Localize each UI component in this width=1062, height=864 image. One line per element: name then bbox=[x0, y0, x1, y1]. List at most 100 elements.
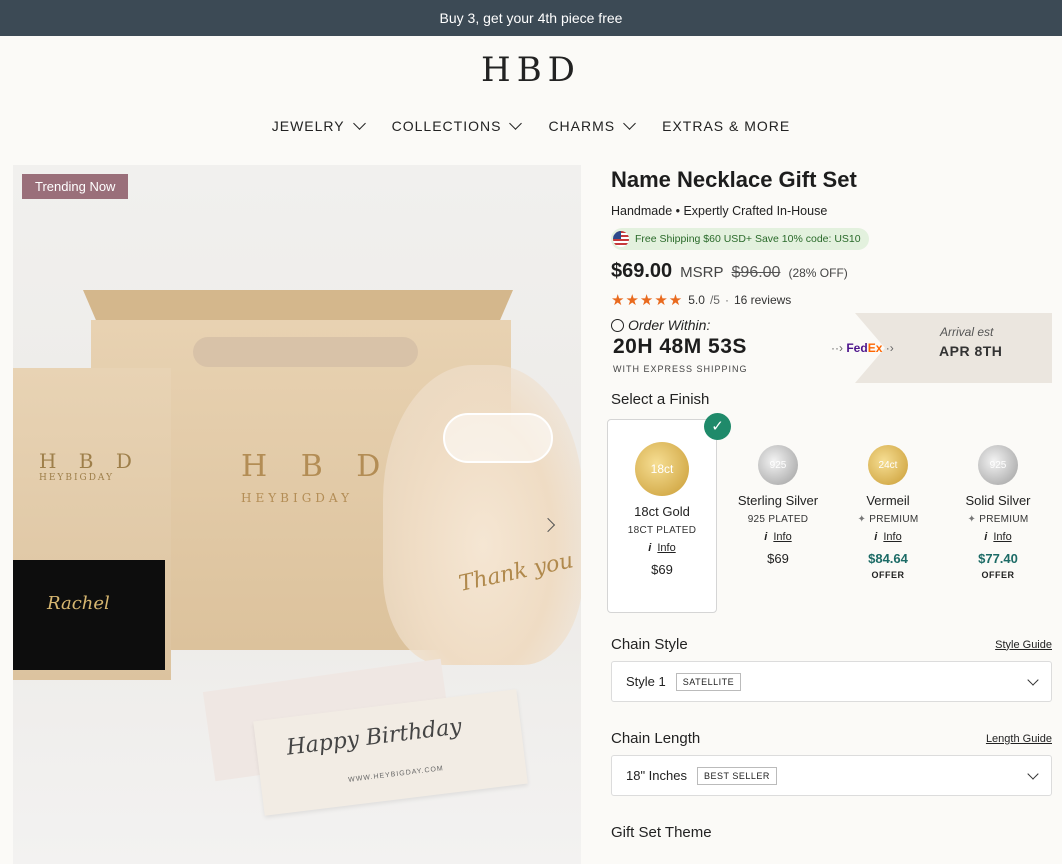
product-image[interactable]: H B D HEYBIGDAY H B D HEYBIGDAY Rachel T… bbox=[13, 165, 581, 864]
chevron-down-icon bbox=[352, 117, 366, 130]
finish-price: $84.64 bbox=[868, 551, 908, 566]
gold-swatch: 18ct bbox=[635, 442, 689, 496]
finish-info[interactable]: i Info bbox=[833, 531, 943, 543]
price-row: $69.00 MSRP $96.00 (28% OFF) bbox=[611, 260, 1052, 283]
length-guide-link[interactable]: Length Guide bbox=[986, 733, 1052, 745]
arrival-label: Arrival est bbox=[940, 325, 994, 339]
chain-length-header: Chain Length Length Guide bbox=[611, 730, 1052, 747]
chevron-down-icon bbox=[1027, 674, 1039, 686]
order-timer: Order Within: 20H 48M 53S WITH EXPRESS S… bbox=[611, 313, 1052, 383]
nav-charms-label: CHARMS bbox=[548, 118, 616, 134]
chain-style-tag: SATELLITE bbox=[675, 672, 742, 691]
fedex-fed: Fed bbox=[846, 341, 868, 355]
msrp-label: MSRP bbox=[680, 264, 724, 281]
us-flag-icon bbox=[613, 231, 629, 247]
product-title: Name Necklace Gift Set bbox=[611, 167, 857, 192]
finish-name: 18ct Gold bbox=[634, 504, 690, 519]
dots-icon: ··› bbox=[831, 341, 843, 355]
chain-style-select[interactable]: Style 1 SATELLITE bbox=[611, 661, 1052, 702]
dots-icon-right: ·› bbox=[885, 341, 894, 355]
finish-price: $77.40 bbox=[978, 551, 1018, 566]
chain-style-label: Chain Style bbox=[611, 636, 688, 653]
finish-sub: 925 PLATED bbox=[747, 514, 809, 525]
rating-value: 5.0 bbox=[688, 293, 705, 307]
nav-collections[interactable]: COLLECTIONS bbox=[391, 117, 523, 134]
main-nav: JEWELRY COLLECTIONS CHARMS EXTRAS & MORE bbox=[0, 117, 1062, 134]
nav-jewelry-label: JEWELRY bbox=[271, 118, 345, 134]
chain-length-select[interactable]: 18" Inches BEST SELLER bbox=[611, 755, 1052, 796]
finish-info[interactable]: i Info bbox=[943, 531, 1053, 543]
chain-style-value: Style 1 bbox=[626, 674, 666, 689]
gift-theme-header: Gift Set Theme bbox=[611, 824, 1052, 841]
finish-sub: ✦ PREMIUM bbox=[833, 514, 943, 525]
site-logo[interactable]: HBD bbox=[0, 50, 1062, 90]
chain-style-header: Chain Style Style Guide bbox=[611, 636, 1052, 653]
vermeil-swatch: 24ct bbox=[868, 445, 908, 485]
fedex-ex: Ex bbox=[867, 341, 883, 355]
chevron-down-icon bbox=[1027, 768, 1039, 780]
announcement-text: Buy 3, get your 4th piece free bbox=[439, 10, 623, 26]
cookie-bag bbox=[383, 365, 581, 665]
info-link[interactable]: Info bbox=[657, 542, 675, 554]
nav-jewelry[interactable]: JEWELRY bbox=[271, 117, 366, 134]
countdown: 20H 48M 53S bbox=[613, 335, 747, 358]
review-count[interactable]: 16 reviews bbox=[734, 293, 791, 307]
info-icon: i bbox=[764, 531, 768, 543]
finish-sub-text: PREMIUM bbox=[979, 514, 1029, 525]
sparkle-icon: ✦ bbox=[857, 514, 867, 525]
sparkle-icon: ✦ bbox=[967, 514, 977, 525]
finish-option-sterling-silver[interactable]: 925 Sterling Silver 925 PLATED i Info $69 bbox=[723, 419, 833, 613]
finish-name: Solid Silver bbox=[965, 493, 1031, 508]
info-link[interactable]: Info bbox=[773, 531, 791, 543]
finish-price: $69 bbox=[651, 562, 673, 577]
box-brand-sub: HEYBIGDAY bbox=[39, 473, 115, 483]
star-rating-icon: ★★★★★ bbox=[611, 292, 684, 309]
solid-silver-swatch: 925 bbox=[978, 445, 1018, 485]
finish-options: ✓ 18ct 18ct Gold 18CT PLATED i Info $69 9… bbox=[607, 413, 1053, 614]
finish-info[interactable]: i Info bbox=[723, 531, 833, 543]
nav-extras-label: EXTRAS & MORE bbox=[662, 118, 791, 134]
finish-offer: OFFER bbox=[871, 570, 905, 580]
chain-length-tag: BEST SELLER bbox=[697, 766, 777, 785]
info-link[interactable]: Info bbox=[883, 531, 901, 543]
rating-scale: /5 bbox=[709, 293, 720, 307]
product-info: Name Necklace Gift Set Handmade • Expert… bbox=[607, 165, 1053, 841]
bag-brand: H B D bbox=[241, 449, 393, 484]
fedex-logo: ··› FedEx ·› bbox=[831, 341, 894, 355]
finish-price: $69 bbox=[767, 551, 789, 566]
info-icon: i bbox=[648, 542, 652, 554]
nav-extras[interactable]: EXTRAS & MORE bbox=[662, 118, 790, 134]
nav-charms[interactable]: CHARMS bbox=[548, 117, 636, 134]
shipping-promo-text: Free Shipping $60 USD+ Save 10% code: US… bbox=[635, 233, 861, 245]
finish-sub: 18CT PLATED bbox=[627, 525, 697, 536]
nav-collections-label: COLLECTIONS bbox=[391, 118, 502, 134]
chevron-down-icon bbox=[509, 117, 523, 130]
info-icon: i bbox=[874, 531, 878, 543]
finish-name: Sterling Silver bbox=[737, 493, 819, 508]
finish-option-18ct-gold[interactable]: ✓ 18ct 18ct Gold 18CT PLATED i Info $69 bbox=[607, 413, 731, 613]
rating-sep: · bbox=[724, 293, 729, 307]
finish-option-solid-silver[interactable]: 925 Solid Silver ✦ PREMIUM i Info $77.40 … bbox=[943, 419, 1053, 613]
gift-bag-handle bbox=[193, 337, 418, 367]
rating-row[interactable]: ★★★★★ 5.0 /5 · 16 reviews bbox=[611, 291, 1052, 309]
finish-info[interactable]: i Info bbox=[608, 542, 716, 554]
discount: (28% OFF) bbox=[788, 266, 848, 280]
finish-offer: OFFER bbox=[981, 570, 1015, 580]
style-guide-link[interactable]: Style Guide bbox=[995, 639, 1052, 651]
info-icon: i bbox=[984, 531, 988, 543]
product-subtitle: Handmade • Expertly Crafted In-House bbox=[611, 204, 828, 218]
ribbon-bow bbox=[443, 413, 553, 463]
necklace-name: Rachel bbox=[47, 593, 110, 614]
shipping-promo: Free Shipping $60 USD+ Save 10% code: US… bbox=[611, 228, 869, 250]
info-link[interactable]: Info bbox=[993, 531, 1011, 543]
finish-name: Vermeil bbox=[866, 493, 910, 508]
msrp-price: $96.00 bbox=[731, 264, 781, 281]
order-label: Order Within: bbox=[611, 317, 710, 333]
trending-badge: Trending Now bbox=[22, 174, 129, 199]
box-brand: H B D bbox=[39, 449, 140, 473]
gift-theme-label: Gift Set Theme bbox=[611, 824, 712, 841]
finish-option-vermeil[interactable]: 24ct Vermeil ✦ PREMIUM i Info $84.64 OFFE… bbox=[833, 419, 943, 613]
bag-brand-sub: HEYBIGDAY bbox=[241, 491, 354, 505]
shipping-method: WITH EXPRESS SHIPPING bbox=[613, 364, 748, 374]
jewelry-drawer bbox=[13, 560, 165, 670]
